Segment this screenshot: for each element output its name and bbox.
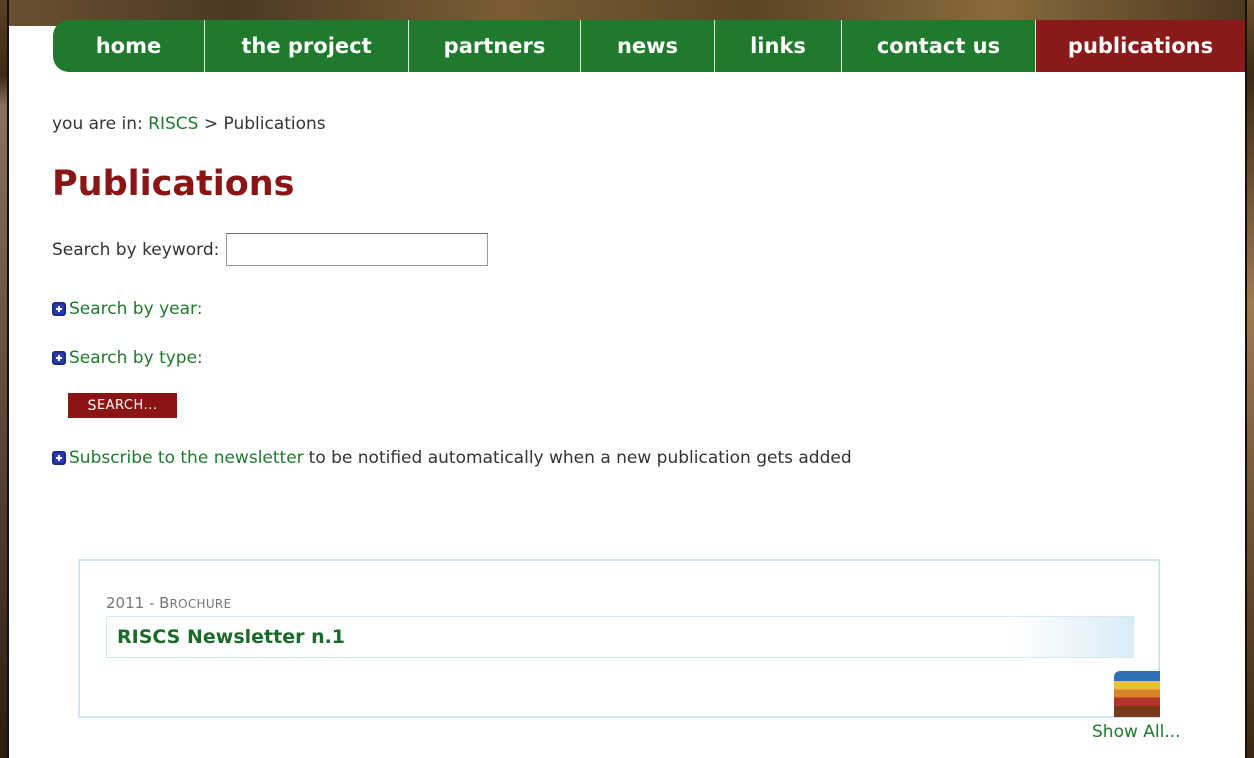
keyword-label: Search by keyword:: [52, 239, 220, 260]
expand-plus-icon[interactable]: [52, 302, 66, 316]
breadcrumb-link-riscs[interactable]: RISCS: [148, 114, 198, 134]
page-title: Publications: [52, 164, 295, 204]
search-button-label-initial: S: [87, 397, 97, 414]
breadcrumb-current: Publications: [223, 114, 326, 134]
breadcrumb: you are in: RISCS > Publications: [52, 114, 326, 134]
expand-plus-icon[interactable]: [52, 451, 66, 465]
nav-publications[interactable]: publications: [1036, 20, 1245, 72]
publication-title-link[interactable]: RISCS Newsletter n.1: [117, 626, 345, 648]
breadcrumb-separator: >: [203, 114, 219, 134]
search-by-year-toggle[interactable]: Search by year:: [52, 299, 202, 319]
newsletter-description: to be notified automatically when a new …: [308, 448, 852, 468]
expand-plus-icon[interactable]: [52, 351, 66, 365]
newsletter-row: Subscribe to the newsletter to be notifi…: [52, 448, 852, 468]
publication-type: BROCHURE: [159, 594, 231, 612]
show-all-link[interactable]: Show All...: [1092, 722, 1181, 742]
brochure-thumbnail[interactable]: [1114, 671, 1160, 717]
search-by-type-link[interactable]: Search by type:: [69, 348, 203, 368]
page-frame-right: [1245, 0, 1254, 758]
keyword-search-row: Search by keyword:: [52, 233, 489, 266]
nav-contact-us[interactable]: contact us: [842, 20, 1036, 72]
publication-meta: 2011 - BROCHURE: [106, 594, 231, 612]
search-by-year-link[interactable]: Search by year:: [69, 299, 202, 319]
publication-type-rest: ROCHURE: [169, 597, 232, 611]
main-nav: home the project partners news links con…: [53, 20, 1245, 72]
subscribe-newsletter-link[interactable]: Subscribe to the newsletter: [69, 448, 304, 468]
page-frame-left: [0, 0, 9, 758]
publication-card: 2011 - BROCHURE RISCS Newsletter n.1: [78, 559, 1160, 718]
publication-type-initial: B: [159, 594, 170, 612]
nav-home[interactable]: home: [53, 20, 205, 72]
breadcrumb-prefix: you are in:: [52, 114, 143, 134]
nav-partners[interactable]: partners: [409, 20, 581, 72]
publication-title-bar: RISCS Newsletter n.1: [106, 616, 1134, 658]
search-button-label: EARCH...: [96, 398, 158, 413]
search-by-type-toggle[interactable]: Search by type:: [52, 348, 203, 368]
search-button[interactable]: S EARCH...: [68, 393, 177, 418]
keyword-input[interactable]: [226, 233, 489, 266]
publication-meta-separator: -: [148, 594, 155, 612]
publication-year: 2011: [106, 594, 145, 612]
nav-the-project[interactable]: the project: [205, 20, 409, 72]
nav-links[interactable]: links: [715, 20, 842, 72]
nav-news[interactable]: news: [581, 20, 715, 72]
